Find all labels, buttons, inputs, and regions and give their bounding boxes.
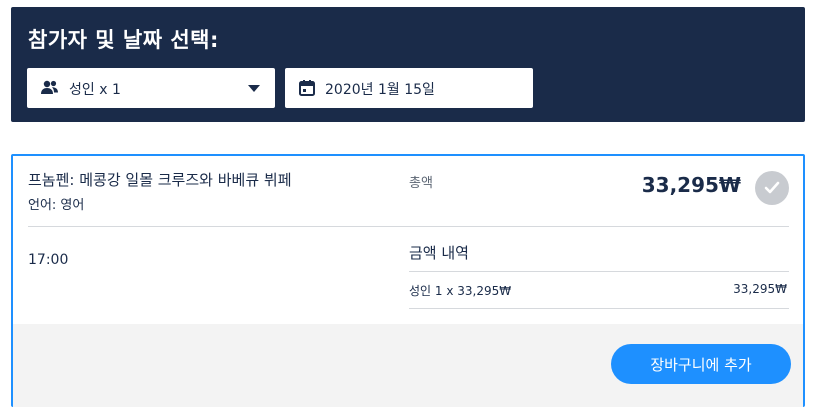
calendar-icon — [298, 79, 318, 97]
participants-value: 성인 x 1 — [69, 82, 121, 98]
header-title: 참가자 및 날짜 선택: — [28, 28, 219, 52]
participants-select[interactable]: 성인 x 1 — [27, 68, 275, 108]
tour-title: 프놈펜: 메콩강 일몰 크루즈와 바베큐 뷔페 — [28, 171, 292, 189]
price-line-total: 33,295₩ — [733, 282, 787, 296]
start-time[interactable]: 17:00 — [28, 252, 68, 268]
add-to-cart-button[interactable]: 장바구니에 추가 — [611, 344, 791, 384]
check-circle-icon[interactable] — [755, 171, 789, 205]
users-icon — [40, 79, 60, 97]
date-picker[interactable]: 2020년 1월 15일 — [285, 68, 533, 108]
tour-option-card[interactable]: 프놈펜: 메콩강 일몰 크루즈와 바베큐 뷔페 언어: 영어 총액 33,295… — [11, 154, 805, 407]
total-price: 33,295₩ — [641, 173, 741, 197]
card-footer: 장바구니에 추가 — [13, 324, 803, 407]
divider — [28, 226, 789, 227]
divider — [409, 308, 789, 309]
total-label: 총액 — [409, 176, 433, 191]
date-value: 2020년 1월 15일 — [325, 82, 435, 98]
price-breakdown-title: 금액 내역 — [409, 244, 469, 262]
chevron-down-icon — [248, 85, 260, 92]
divider — [409, 271, 789, 272]
tour-language: 언어: 영어 — [28, 198, 85, 213]
selection-header: 참가자 및 날짜 선택: 성인 x 1 2020년 1월 15일 — [11, 7, 805, 122]
price-line-label: 성인 1 x 33,295₩ — [409, 284, 512, 298]
